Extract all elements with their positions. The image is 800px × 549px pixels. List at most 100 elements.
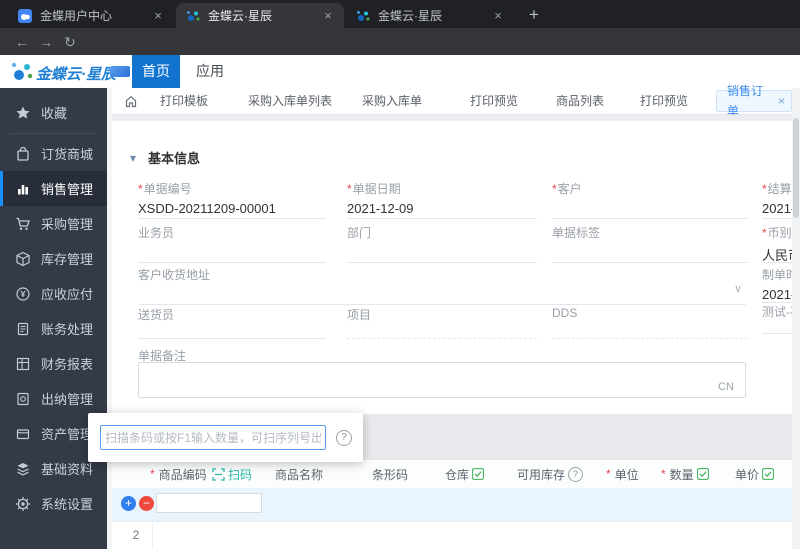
- column-product-name: 商品名称: [275, 467, 324, 482]
- close-icon[interactable]: ×: [778, 91, 785, 111]
- vertical-scrollbar[interactable]: [792, 88, 800, 549]
- workspace-tab-purchase-inbound[interactable]: 采购入库单: [362, 88, 422, 114]
- browser-tabstrip: 金蝶用户中心 × 金蝶云·星辰 × 金蝶云·星辰 × +: [0, 0, 800, 28]
- ledger-icon: [17, 322, 29, 335]
- help-icon[interactable]: ?: [568, 466, 584, 482]
- chevron-down-icon[interactable]: ∨: [734, 282, 742, 295]
- delete-row-button[interactable]: −: [139, 496, 154, 511]
- field-dds[interactable]: DDS: [552, 306, 748, 339]
- pro-badge: [110, 66, 130, 77]
- product-table-header: * 商品编码 扫码 商品名称 条形码 仓库 可用库存 ? * 单位 * 数量 单价: [112, 460, 792, 489]
- field-label: DDS: [552, 306, 578, 320]
- field-salesperson[interactable]: 业务员: [138, 224, 326, 263]
- nav-home[interactable]: 首页: [132, 55, 180, 88]
- gear-icon: [16, 496, 30, 511]
- field-bill-date[interactable]: *单据日期 2021-12-09: [347, 180, 537, 219]
- browser-tab-title: 金蝶云·星辰: [208, 9, 272, 23]
- browser-tab-title: 金蝶云·星辰: [378, 9, 442, 23]
- field-delivery-person[interactable]: 送货员: [138, 306, 326, 339]
- sidebar-item-label: 财务报表: [41, 357, 94, 372]
- close-icon[interactable]: ×: [150, 8, 166, 24]
- workspace-tab-print-template[interactable]: 打印模板: [160, 88, 208, 114]
- sidebar-item-receivable-payable[interactable]: 应收应付: [0, 276, 107, 311]
- forward-icon[interactable]: →: [36, 32, 56, 52]
- product-code-input[interactable]: [156, 493, 262, 513]
- required-star: *: [552, 182, 557, 196]
- kingdee-dots-favicon-icon: [187, 10, 200, 21]
- browser-tab-user-center[interactable]: 金蝶用户中心 ×: [8, 3, 174, 28]
- new-tab-icon[interactable]: +: [522, 4, 546, 28]
- field-label: 送货员: [138, 308, 175, 322]
- help-icon[interactable]: ?: [336, 430, 352, 446]
- sidebar-item-financial-reports[interactable]: 财务报表: [0, 346, 107, 381]
- sidebar-item-label: 收藏: [41, 106, 68, 121]
- sidebar-item-label: 基础资料: [41, 462, 94, 477]
- nav-apps[interactable]: 应用: [196, 55, 224, 88]
- sidebar-item-settings[interactable]: 系统设置: [0, 486, 107, 521]
- checkbox-checked-icon[interactable]: [762, 468, 775, 480]
- section-title: 基本信息: [148, 151, 201, 166]
- browser-tab-jdy-active[interactable]: 金蝶云·星辰 ×: [176, 3, 344, 28]
- sidebar-item-favorites[interactable]: 收藏: [0, 95, 107, 130]
- workspace-tab-product-list[interactable]: 商品列表: [556, 88, 604, 114]
- add-row-button[interactable]: +: [121, 496, 136, 511]
- column-unit: * 单位: [606, 467, 639, 482]
- remark-counter: CN: [718, 381, 734, 393]
- report-grid-icon: [16, 357, 30, 370]
- scrollbar-thumb[interactable]: [793, 118, 799, 218]
- sidebar-divider: [10, 133, 97, 134]
- workspace-tab-purchase-inbound-list[interactable]: 采购入库单列表: [248, 88, 332, 114]
- sidebar-item-label: 应收应付: [41, 287, 94, 302]
- cart-icon: [16, 217, 30, 230]
- scan-code-button[interactable]: 扫码: [212, 460, 252, 488]
- sidebar-item-sales[interactable]: 销售管理: [0, 171, 107, 206]
- reload-icon[interactable]: ↻: [60, 32, 80, 52]
- scan-icon: [212, 467, 225, 481]
- workspace-tab-bar: 打印模板 采购入库单列表 采购入库单 打印预览 商品列表 打印预览 销售订单 ×: [107, 84, 792, 118]
- workspace-tab-print-preview-2[interactable]: 打印预览: [640, 88, 688, 114]
- sidebar-item-cashier[interactable]: 出纳管理: [0, 381, 107, 416]
- field-value: XSDD-20211209-00001: [138, 201, 276, 216]
- shopping-bag-icon: [17, 146, 29, 161]
- table-row-selected[interactable]: + −: [112, 488, 792, 521]
- field-department[interactable]: 部门: [347, 224, 537, 263]
- section-basic-info[interactable]: ▾ 基本信息: [130, 148, 200, 167]
- workspace-tab-sales-order-active[interactable]: 销售订单 ×: [716, 84, 792, 118]
- sidebar-item-inventory[interactable]: 库存管理: [0, 241, 107, 276]
- checkbox-checked-icon[interactable]: [472, 468, 485, 480]
- asset-card-icon: [16, 428, 30, 439]
- field-label: *单据编号: [138, 182, 192, 196]
- column-product-code: * 商品编码: [150, 467, 207, 482]
- cashier-book-icon: [17, 392, 29, 405]
- sidebar-item-order-mall[interactable]: 订货商城: [0, 136, 107, 171]
- field-customer[interactable]: *客户: [552, 180, 748, 219]
- cloud-favicon-icon: [18, 8, 32, 23]
- back-icon[interactable]: ←: [12, 32, 32, 52]
- sidebar-item-label: 出纳管理: [41, 392, 94, 407]
- table-row[interactable]: 2: [112, 521, 792, 549]
- workspace-tab-print-preview-1[interactable]: 打印预览: [470, 88, 518, 114]
- bar-chart-icon: [18, 184, 28, 194]
- required-star: *: [150, 467, 155, 481]
- column-available-stock: 可用库存 ?: [517, 460, 584, 488]
- sidebar-item-accounting[interactable]: 账务处理: [0, 311, 107, 346]
- field-bill-tag[interactable]: 单据标签: [552, 224, 748, 263]
- close-icon[interactable]: ×: [320, 8, 336, 24]
- required-star: *: [138, 182, 143, 196]
- checkbox-checked-icon[interactable]: [696, 468, 709, 480]
- field-project[interactable]: 项目: [347, 306, 537, 339]
- field-label: 部门: [347, 226, 372, 240]
- sidebar-item-label: 系统设置: [41, 497, 94, 512]
- close-icon[interactable]: ×: [490, 8, 506, 24]
- sidebar-item-label: 订货商城: [41, 147, 94, 162]
- caret-down-icon[interactable]: ▾: [130, 151, 136, 165]
- remark-textarea[interactable]: [138, 362, 746, 398]
- field-bill-number[interactable]: *单据编号 XSDD-20211209-00001: [138, 180, 326, 219]
- browser-tab-jdy[interactable]: 金蝶云·星辰 ×: [346, 3, 514, 28]
- sidebar-item-purchase[interactable]: 采购管理: [0, 206, 107, 241]
- scan-barcode-input[interactable]: [100, 425, 326, 450]
- field-customer-address[interactable]: 客户收货地址 ∨: [138, 266, 746, 305]
- required-star: *: [762, 182, 767, 196]
- sidebar-item-label: 销售管理: [41, 182, 94, 197]
- field-value: 2021-12-09: [347, 201, 414, 216]
